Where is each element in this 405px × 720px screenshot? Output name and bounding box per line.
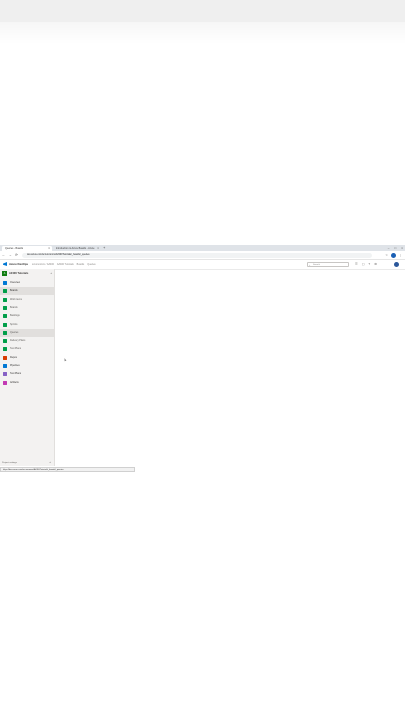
sidebar-item-boards[interactable]: Boards: [0, 287, 54, 296]
browser-screenshot: Queries - Boards × Introduction to Azure…: [0, 245, 405, 473]
sidebar-item-label: Repos: [10, 355, 17, 359]
sidebar-item-icon: [3, 289, 7, 294]
status-bar-url: https://dev.azure.com/scrumcomm/AZ400Tut…: [0, 467, 135, 472]
sidebar-item-test-plans[interactable]: Test Plans: [0, 345, 54, 353]
sidebar-item-label: Backlogs: [10, 314, 20, 318]
sidebar-item-artifacts[interactable]: Artifacts: [0, 379, 54, 387]
sidebar-item-label: Sprints: [10, 322, 18, 326]
sidebar-item-icon: [3, 364, 7, 368]
search-icon: ⌕: [309, 264, 311, 267]
breadcrumb-project[interactable]: AZ400 Tutorials: [57, 260, 74, 269]
address-bar-row: ← → ⟳ dev.azure.com/scrumcomm/AZ400Tutor…: [0, 251, 405, 260]
back-icon[interactable]: ←: [2, 252, 6, 258]
sidebar-item-icon: [3, 314, 7, 319]
sidebar-item-icon: [3, 339, 7, 344]
sidebar-item-delivery-plans[interactable]: Delivery Plans: [0, 337, 54, 345]
reload-icon[interactable]: ⟳: [15, 252, 18, 258]
sidebar-item-icon: [3, 347, 7, 352]
sidebar-item-test-plans[interactable]: Test Plans: [0, 370, 54, 378]
azure-devops-logo-icon[interactable]: [3, 262, 7, 266]
project-badge: A: [2, 271, 7, 276]
sidebar-item-icon: [3, 355, 7, 360]
profile-avatar[interactable]: [391, 252, 396, 258]
add-icon[interactable]: +: [50, 270, 52, 277]
sidebar-item-label: Pipelines: [10, 364, 20, 367]
project-header[interactable]: A AZ400 Tutorials +: [2, 270, 52, 277]
sidebar-item-sprints[interactable]: Sprints: [0, 321, 54, 329]
breadcrumb-queries[interactable]: Queries: [87, 260, 95, 269]
brand-name[interactable]: Azure DevOps: [9, 260, 28, 269]
sidebar-item-work-items[interactable]: Work items: [0, 296, 54, 304]
sidebar-item-label: Overview: [10, 281, 20, 284]
forward-icon[interactable]: →: [9, 252, 13, 258]
header-actions: ☰ ▢ ? ⚙: [355, 260, 377, 269]
sidebar-item-label: Delivery Plans: [10, 339, 26, 343]
sidebar-item-pipelines[interactable]: Pipelines: [0, 362, 54, 370]
collapse-icon[interactable]: «: [50, 461, 51, 464]
url-input[interactable]: dev.azure.com/scrumcomm/AZ400Tutorials/_…: [22, 252, 372, 258]
shopping-bag-icon[interactable]: ▢: [362, 260, 365, 269]
sidebar-item-label: Queries: [10, 330, 19, 334]
sidebar-item-label: Test Plans: [10, 347, 22, 351]
mouse-cursor-icon: [63, 357, 67, 362]
search-input[interactable]: ⌕ Search: [307, 262, 349, 267]
top-fade: [0, 22, 405, 44]
sidebar-item-boards[interactable]: Boards: [0, 304, 54, 312]
sidebar-item-overview[interactable]: Overview: [0, 279, 54, 287]
breadcrumb-boards[interactable]: Boards: [77, 260, 85, 269]
browser-toolbar: ☆ ⋮: [385, 252, 402, 258]
sidebar-item-icon: [3, 281, 7, 285]
help-icon[interactable]: ?: [369, 260, 371, 269]
ado-header: Azure DevOps scrumcomm / AZ400 AZ400 Tut…: [0, 260, 405, 270]
sidebar-item-icon: [3, 372, 7, 377]
breadcrumb: scrumcomm / AZ400 AZ400 Tutorials Boards…: [32, 260, 96, 269]
sidebar-item-icon: [3, 297, 7, 302]
sidebar-item-label: Work items: [10, 297, 22, 301]
list-icon[interactable]: ☰: [355, 260, 358, 269]
tab-title: Introduction to Azure Boards - Azure: [56, 247, 95, 250]
tab-title: Queries - Boards: [5, 247, 24, 250]
sidebar-item-icon: [3, 330, 7, 335]
sidebar-item-icon: [3, 305, 7, 310]
sidebar-item-label: Artifacts: [10, 380, 19, 384]
sidebar: A AZ400 Tutorials + Overview Boards Work i…: [0, 269, 55, 466]
sidebar-item-icon: [3, 322, 7, 327]
sidebar-item-backlogs[interactable]: Backlogs: [0, 312, 54, 320]
sidebar-item-label: Test Plans: [10, 372, 22, 376]
browser-menu-icon[interactable]: ⋮: [399, 252, 402, 258]
project-settings-link[interactable]: Project settings: [2, 462, 17, 464]
project-name: AZ400 Tutorials: [9, 272, 29, 275]
nav-buttons: ← → ⟳: [2, 252, 18, 258]
top-letterbox: [0, 0, 405, 22]
sidebar-item-label: Boards: [10, 289, 18, 293]
sidebar-item-icon: [3, 380, 7, 385]
user-avatar[interactable]: [394, 262, 399, 267]
breadcrumb-org[interactable]: scrumcomm / AZ400: [32, 260, 54, 269]
search-placeholder: Search: [313, 264, 320, 266]
bookmark-star-icon[interactable]: ☆: [385, 252, 388, 258]
sidebar-item-repos[interactable]: Repos: [0, 354, 54, 362]
user-settings-icon[interactable]: ⚙: [374, 260, 377, 269]
sidebar-item-label: Boards: [10, 305, 18, 309]
sidebar-item-queries[interactable]: Queries: [0, 328, 54, 337]
